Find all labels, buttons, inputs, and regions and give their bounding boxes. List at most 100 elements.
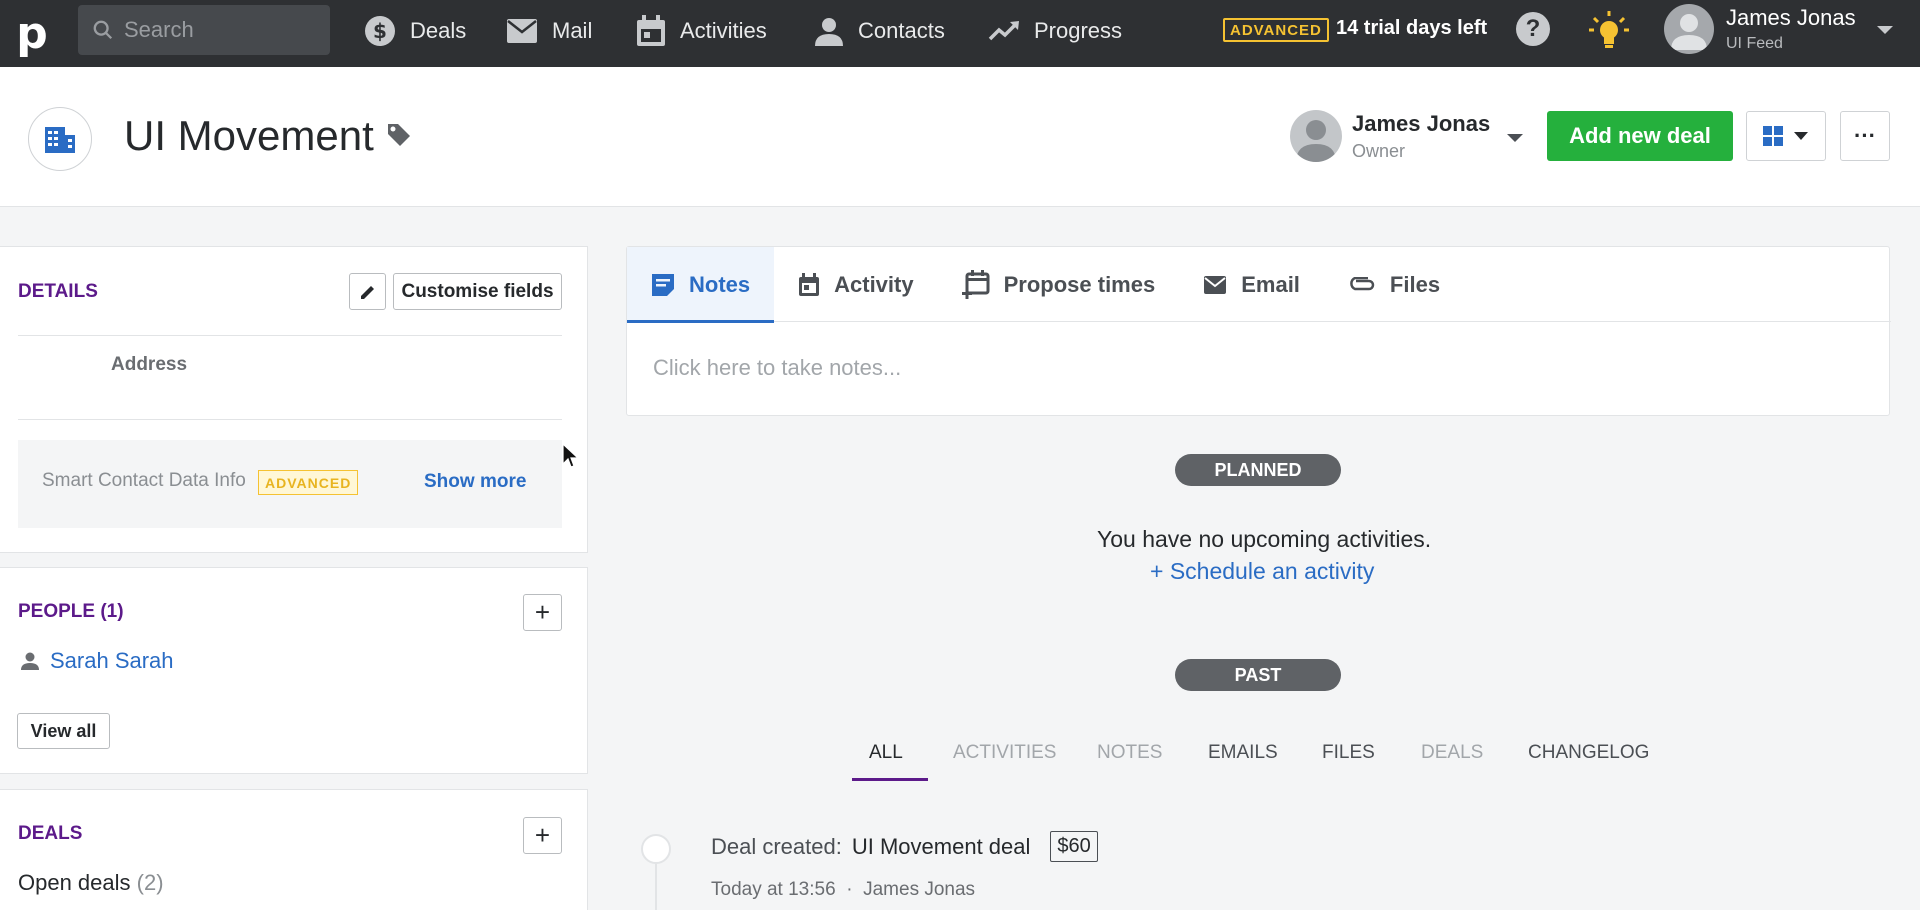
composer-tabs: Notes Activity Propose times Email Files	[627, 247, 1891, 323]
person-icon	[815, 18, 843, 46]
nav-deals-label: Deals	[410, 18, 467, 43]
chevron-down-icon[interactable]	[1506, 132, 1524, 144]
person-item[interactable]: Sarah Sarah	[20, 648, 174, 674]
add-deal-button[interactable]: +	[523, 817, 562, 854]
calendar-icon	[637, 15, 665, 46]
address-label: Address	[111, 354, 188, 375]
tab-notes-label: Notes	[689, 271, 751, 297]
user-company: UI Feed	[1726, 35, 1783, 52]
org-header: UI Movement James Jonas Owner Add new de…	[0, 67, 1920, 207]
pipedrive-logo[interactable]: p	[0, 0, 64, 67]
tab-activity-label: Activity	[834, 271, 914, 297]
feed-item-separator: ·	[846, 879, 853, 900]
deal-name-link[interactable]: UI Movement deal	[852, 834, 1031, 860]
open-deals-label: Open deals	[18, 870, 131, 895]
nav-mail[interactable]: Mail	[506, 0, 592, 62]
show-more-link[interactable]: Show more	[424, 471, 526, 493]
grid-icon	[1763, 126, 1783, 146]
schedule-activity-link[interactable]: + Schedule an activity	[1150, 558, 1374, 585]
filter-emails[interactable]: EMAILS	[1208, 742, 1278, 764]
user-name: James Jonas	[1726, 5, 1856, 30]
tab-propose-times[interactable]: Propose times	[938, 247, 1180, 322]
deals-title: DEALS	[18, 823, 83, 844]
filter-all[interactable]: ALL	[869, 742, 903, 764]
trial-days-text[interactable]: 14 trial days left	[1336, 17, 1487, 40]
user-menu[interactable]: James Jonas UI Feed	[1664, 4, 1856, 54]
tab-email[interactable]: Email	[1179, 247, 1324, 322]
nav-activities-label: Activities	[680, 18, 767, 43]
deal-amount-badge: $60	[1050, 831, 1098, 862]
nav-deals[interactable]: $ Deals	[364, 0, 466, 62]
smart-contact-box: Smart Contact Data Info ADVANCED Show mo…	[18, 440, 562, 528]
open-deals-toggle[interactable]: Open deals (2)	[18, 870, 164, 896]
mouse-cursor-icon	[562, 443, 580, 468]
person-icon	[21, 652, 39, 670]
search-box[interactable]	[78, 5, 330, 55]
add-person-button[interactable]: +	[523, 594, 562, 631]
svg-text:$: $	[373, 19, 387, 43]
past-pill: PAST	[1175, 659, 1341, 691]
mail-icon	[507, 19, 537, 43]
active-filter-indicator	[852, 778, 928, 781]
tab-notes[interactable]: Notes	[627, 247, 775, 323]
customise-fields-button[interactable]: Customise fields	[393, 273, 562, 310]
plan-badge[interactable]: ADVANCED	[1223, 18, 1329, 42]
nav-activities[interactable]: Activities	[636, 0, 767, 62]
tab-files[interactable]: Files	[1324, 247, 1464, 322]
tag-icon[interactable]	[386, 122, 412, 148]
search-icon	[93, 20, 113, 40]
filter-notes[interactable]: NOTES	[1097, 742, 1162, 764]
owner-role: Owner	[1352, 140, 1406, 161]
filter-files[interactable]: FILES	[1322, 742, 1375, 764]
person-name-link[interactable]: Sarah Sarah	[50, 648, 174, 674]
mail-icon	[1204, 275, 1227, 294]
filter-changelog[interactable]: CHANGELOG	[1528, 742, 1649, 764]
details-panel: DETAILS Customise fields Address Smart C…	[0, 246, 588, 553]
composer-card: Notes Activity Propose times Email Files…	[626, 246, 1891, 416]
search-input[interactable]	[124, 17, 304, 43]
nav-contacts-label: Contacts	[858, 18, 945, 43]
open-deals-count: (2)	[136, 870, 164, 895]
paperclip-icon	[1350, 276, 1375, 290]
smart-contact-label: Smart Contact Data Info	[42, 470, 246, 491]
owner-selector[interactable]: James Jonas Owner	[1290, 110, 1490, 162]
nav-progress[interactable]: Progress	[988, 0, 1122, 62]
deals-panel: DEALS + Open deals (2)	[0, 789, 588, 910]
organization-icon	[28, 107, 92, 171]
divider	[18, 335, 562, 336]
filter-activities[interactable]: ACTIVITIES	[953, 742, 1056, 764]
tab-activity[interactable]: Activity	[774, 247, 937, 322]
page-title[interactable]: UI Movement	[124, 112, 374, 160]
tab-files-label: Files	[1389, 271, 1441, 297]
timeline-line	[655, 864, 657, 910]
chevron-down-icon	[1794, 132, 1808, 140]
people-panel: PEOPLE (1) + Sarah Sarah View all	[0, 567, 588, 774]
feed-item-meta: Today at 13:56 · James Jonas	[711, 879, 975, 901]
pencil-icon	[360, 285, 374, 299]
view-switcher-button[interactable]	[1746, 111, 1826, 161]
no-activities-text: You have no upcoming activities.	[1097, 526, 1432, 552]
nav-contacts[interactable]: Contacts	[814, 0, 945, 62]
tab-propose-times-label: Propose times	[1003, 271, 1156, 297]
add-new-deal-button[interactable]: Add new deal	[1547, 111, 1733, 161]
filter-deals[interactable]: DEALS	[1421, 742, 1483, 764]
calendar-icon	[799, 272, 820, 296]
lightbulb-icon[interactable]	[1588, 10, 1630, 57]
nav-progress-label: Progress	[1034, 18, 1123, 43]
top-navigation: p $ Deals Mail Activities Contacts Progr…	[0, 0, 1920, 67]
help-icon[interactable]: ?	[1516, 12, 1550, 46]
chevron-down-icon[interactable]	[1876, 24, 1894, 36]
view-all-button[interactable]: View all	[17, 713, 110, 749]
timeline-dot	[641, 834, 671, 864]
planned-pill: PLANNED	[1175, 454, 1341, 486]
feed-item-author[interactable]: James Jonas	[863, 879, 975, 900]
avatar	[1664, 4, 1714, 54]
edit-details-button[interactable]	[349, 273, 386, 310]
note-icon	[652, 273, 674, 296]
dollar-icon: $	[365, 16, 395, 46]
feed-item-label: Deal created:	[711, 833, 842, 859]
avatar	[1290, 110, 1342, 162]
more-options-button[interactable]: ···	[1840, 111, 1890, 161]
calendar-plus-icon	[961, 269, 990, 299]
notes-input[interactable]: Click here to take notes...	[653, 355, 901, 381]
